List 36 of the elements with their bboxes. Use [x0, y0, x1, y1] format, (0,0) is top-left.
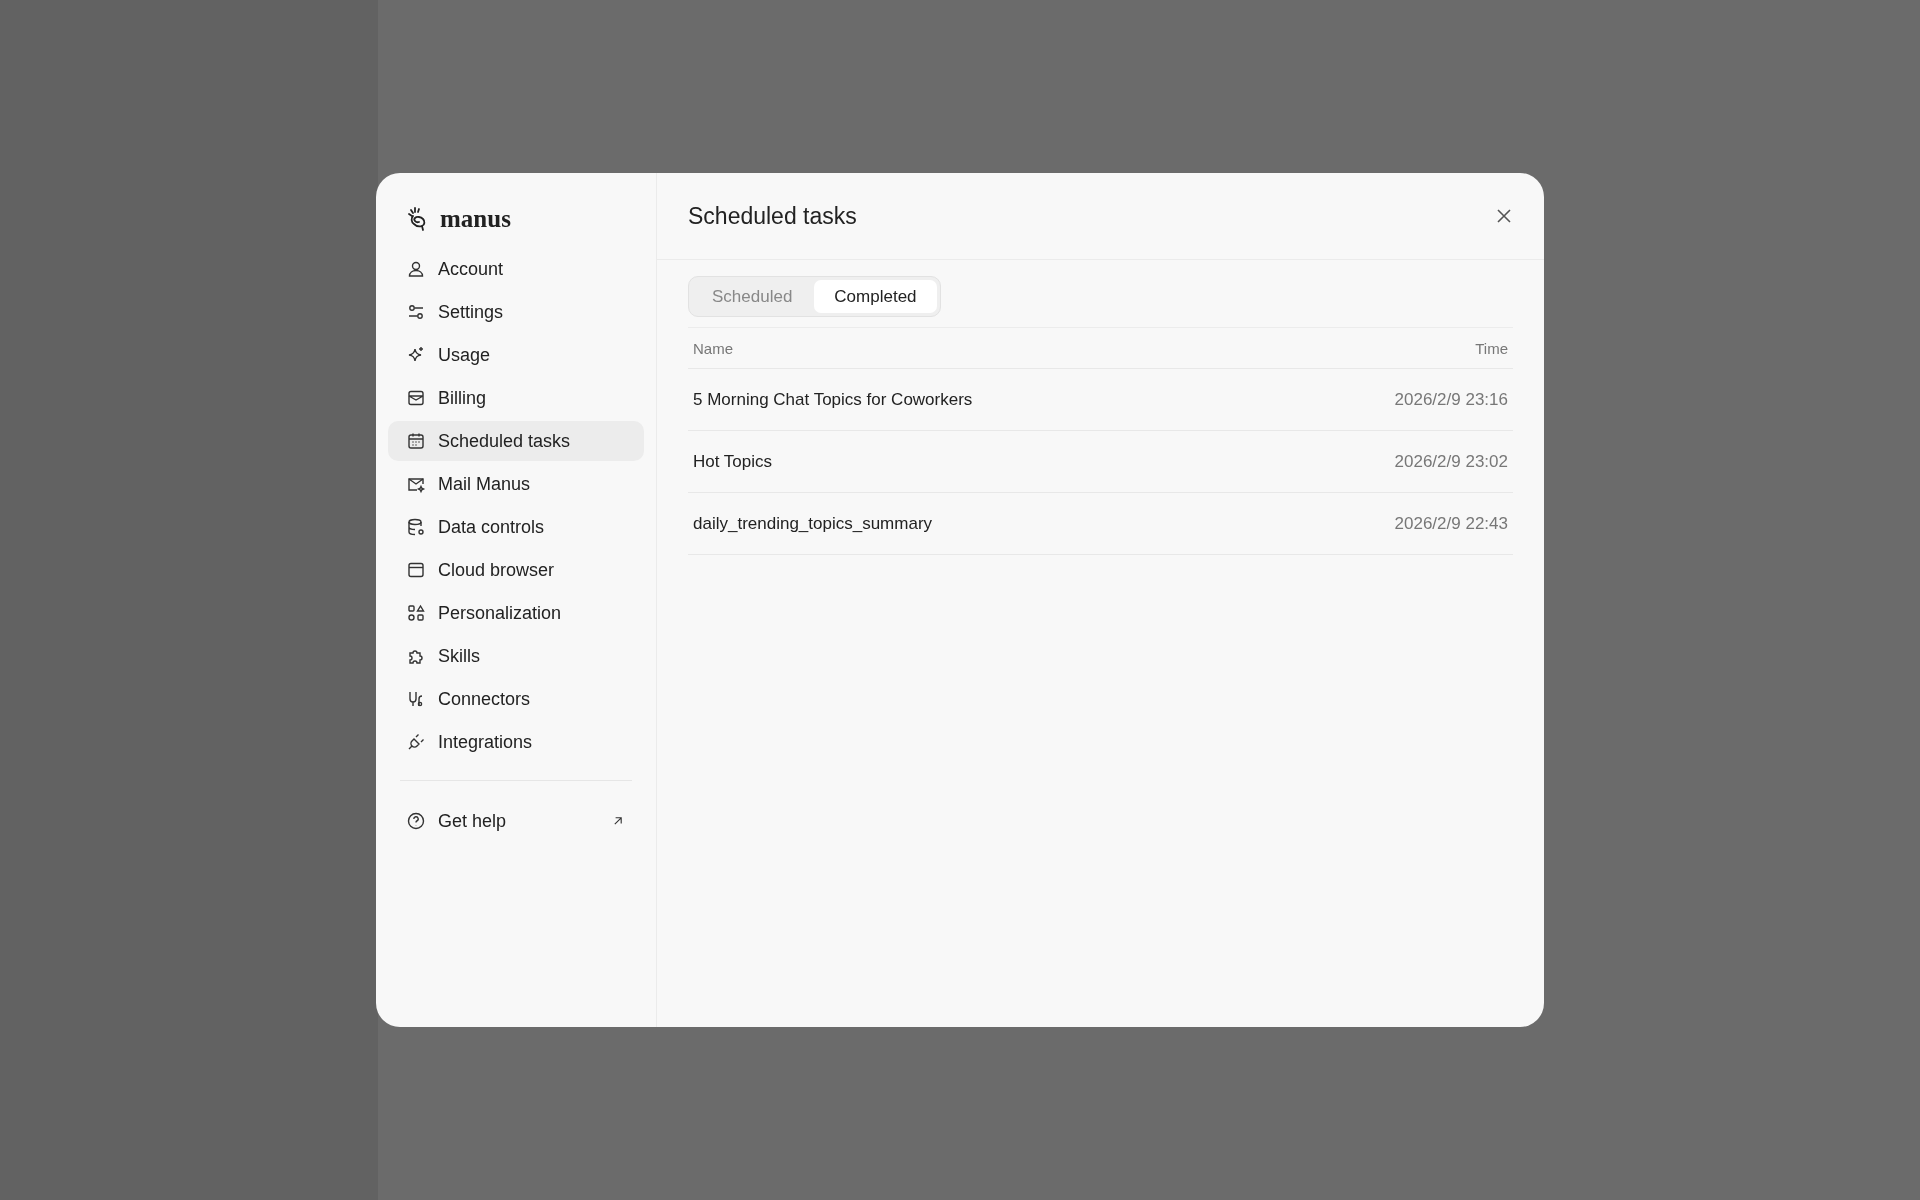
sidebar-item[interactable]: Usage	[388, 335, 644, 375]
sidebar-item[interactable]: Data controls	[388, 507, 644, 547]
calendar-icon	[406, 431, 426, 451]
sidebar-item[interactable]: Mail Manus	[388, 464, 644, 504]
sliders-icon	[406, 302, 426, 322]
task-time: 2026/2/9 23:16	[1394, 389, 1508, 410]
sidebar-item[interactable]: Connectors	[388, 679, 644, 719]
task-name: 5 Morning Chat Topics for Coworkers	[693, 389, 973, 410]
help-link[interactable]: Get help	[388, 801, 644, 841]
tab[interactable]: Completed	[814, 280, 937, 313]
task-name: daily_trending_topics_summary	[693, 513, 933, 534]
sidebar-item[interactable]: Personalization	[388, 593, 644, 633]
window-icon	[406, 560, 426, 580]
task-name: Hot Topics	[693, 451, 773, 472]
column-header: Time	[1475, 339, 1508, 357]
task-row[interactable]: 5 Morning Chat Topics for Coworkers 2026/2/9 23:16	[688, 369, 1513, 431]
task-row[interactable]: Hot Topics 2026/2/9 23:02	[688, 431, 1513, 493]
task-time: 2026/2/9 23:02	[1394, 451, 1508, 472]
person-icon	[406, 259, 426, 279]
panel-title: Scheduled tasks	[688, 202, 857, 230]
sidebar-item[interactable]: Skills	[388, 636, 644, 676]
column-header: Name	[693, 339, 733, 357]
question-icon	[406, 811, 426, 831]
envelope-box-icon	[406, 388, 426, 408]
sidebar-item[interactable]: Integrations	[388, 722, 644, 762]
task-row[interactable]: daily_trending_topics_summary 2026/2/9 22:43	[688, 493, 1513, 555]
sidebar-item[interactable]: Billing	[388, 378, 644, 418]
sidebar-item[interactable]: Scheduled tasks	[388, 421, 644, 461]
brand-name: manus	[440, 205, 511, 233]
plug-icon	[406, 732, 426, 752]
sidebar-item[interactable]: Account	[388, 249, 644, 289]
sidebar-item[interactable]: Cloud browser	[388, 550, 644, 590]
sidebar-item[interactable]: Settings	[388, 292, 644, 332]
task-time: 2026/2/9 22:43	[1394, 513, 1508, 534]
shapes-icon	[406, 603, 426, 623]
database-icon	[406, 517, 426, 537]
